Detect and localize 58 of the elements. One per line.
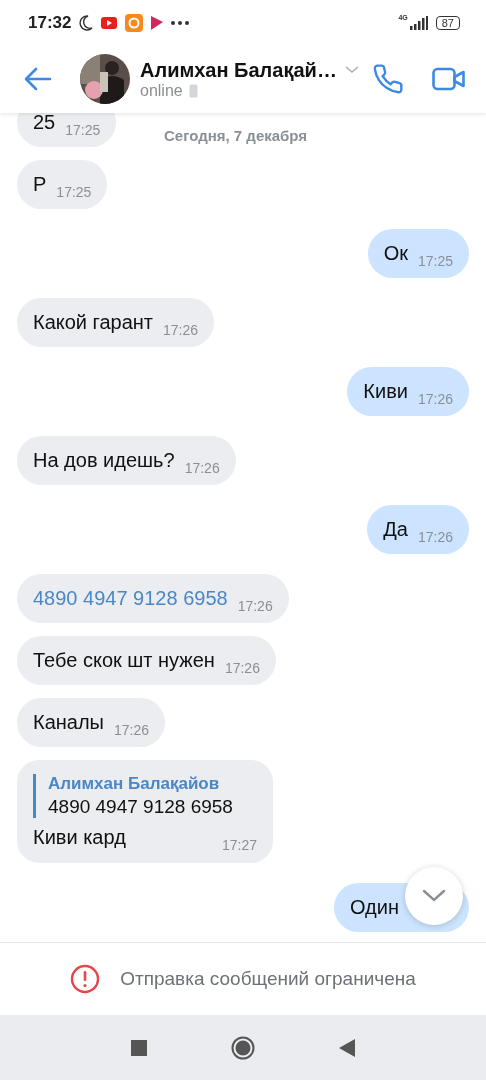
message-text: Р [33, 173, 47, 196]
message-time: 17:25 [65, 122, 101, 138]
moon-icon [79, 14, 94, 31]
message-bubble[interactable]: Киви 17:26 [347, 367, 469, 416]
message-text: Какой гарант [33, 311, 154, 334]
message-bubble[interactable]: На дов идешь? 17:26 [17, 436, 236, 485]
message-text: Киви кард [33, 826, 126, 849]
message-time: 17:26 [224, 660, 260, 676]
clock: 17:32 [28, 12, 72, 33]
message-bubble[interactable]: Да 17:26 [367, 505, 469, 554]
battery-level: 87 [435, 15, 460, 30]
video-app-icon [101, 16, 118, 29]
back-icon[interactable] [24, 67, 52, 91]
message-time: 17:26 [163, 322, 199, 338]
message-bubble[interactable]: Каналы 17:26 [17, 698, 166, 747]
message-text: На дов идешь? [33, 449, 175, 472]
message-time: 17:25 [417, 253, 453, 269]
chevron-down-icon [422, 889, 446, 903]
recents-icon[interactable] [131, 1039, 147, 1056]
warning-icon [70, 964, 101, 994]
message-text: Ок [383, 242, 408, 265]
phone-icon [188, 83, 198, 98]
restriction-notice: Отправка сообщений ограничена [120, 968, 416, 990]
quoted-message[interactable]: Алимхан Балақайов 4890 4947 9128 6958 [33, 774, 257, 818]
more-icon [171, 20, 190, 25]
scroll-down-button[interactable] [405, 867, 463, 925]
message-text: Киви [363, 380, 408, 403]
message-text: Тебе скок шт нужен [33, 649, 215, 672]
message-time: 17:26 [237, 598, 273, 614]
message-text: Один [350, 896, 399, 919]
message-bubble[interactable]: Ок 17:25 [367, 229, 469, 278]
contact-name: Алимхан Балақай… [140, 58, 337, 82]
flag-icon [151, 15, 164, 30]
message-text: 25 [33, 113, 56, 134]
message-bubble[interactable]: Алимхан Балақайов 4890 4947 9128 6958 Киви кард 17:27 [17, 760, 273, 863]
message-bubble[interactable]: Р 17:25 [17, 160, 108, 209]
message-time: 17:27 [221, 837, 257, 853]
message-bubble[interactable]: Тебе скок шт нужен 17:26 [17, 636, 276, 685]
message-time: 17:26 [184, 460, 220, 476]
online-status: online [140, 81, 183, 100]
video-call-icon[interactable] [432, 66, 466, 92]
message-time: 17:26 [417, 391, 453, 407]
message-bubble[interactable]: Какой гарант 17:26 [17, 298, 215, 347]
message-text: Каналы [33, 711, 104, 734]
message-time: 17:25 [56, 184, 92, 200]
message-time: 17:26 [417, 529, 453, 545]
message-time: 17:26 [114, 722, 150, 738]
back-nav-icon[interactable] [339, 1038, 355, 1057]
app-icon [125, 13, 144, 32]
date-label: Сегодня, 7 декабря [164, 127, 308, 144]
quote-text: 4890 4947 9128 6958 [48, 796, 234, 818]
quote-author: Алимхан Балақайов [48, 774, 221, 794]
chevron-down-icon[interactable] [344, 66, 359, 74]
signal-icon [409, 15, 428, 30]
message-bubble[interactable]: 25 17:25 [17, 113, 117, 147]
call-icon[interactable] [372, 63, 404, 95]
home-icon[interactable] [231, 1035, 255, 1060]
message-text: Да [383, 518, 408, 541]
